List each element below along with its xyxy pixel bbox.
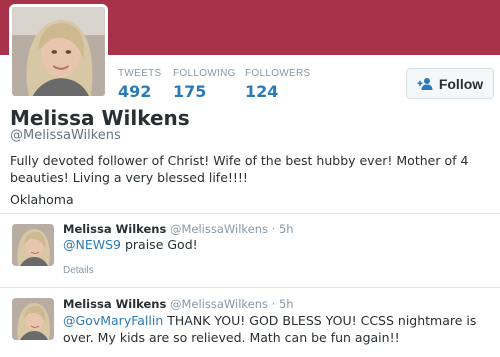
stat-value: 124	[245, 82, 279, 101]
tweet-avatar[interactable]	[12, 298, 54, 340]
tweet-separator: ·	[271, 297, 276, 311]
tweet-mention[interactable]: @GovMaryFallin	[63, 313, 163, 328]
stat-label: FOLLOWING	[173, 68, 236, 79]
tweet-timestamp[interactable]: 5h	[279, 297, 294, 311]
follow-button[interactable]: Follow	[406, 68, 494, 99]
tweet-author-name[interactable]: Melissa Wilkens	[63, 222, 166, 236]
tweet-author-handle[interactable]: @MelissaWilkens	[170, 222, 268, 236]
tweet-author-handle[interactable]: @MelissaWilkens	[170, 297, 268, 311]
profile-bio: Fully devoted follower of Christ! Wife o…	[10, 153, 469, 185]
divider	[0, 287, 500, 288]
stat-followers[interactable]: FOLLOWERS 124	[245, 68, 311, 101]
tweet-timestamp[interactable]: 5h	[279, 222, 294, 236]
profile-handle[interactable]: @MelissaWilkens	[10, 128, 121, 143]
tweet-separator: ·	[271, 222, 276, 236]
add-user-icon	[417, 77, 433, 90]
tweet-text: @NEWS9 praise God!	[63, 236, 495, 253]
tweet-header: Melissa Wilkens @MelissaWilkens · 5h	[63, 297, 294, 311]
profile-photo-icon	[12, 298, 54, 340]
profile-location: Oklahoma	[10, 192, 74, 207]
profile-photo-icon	[12, 224, 54, 266]
tweet-mention[interactable]: @NEWS9	[63, 237, 121, 252]
tweet-body: praise God!	[121, 237, 198, 252]
tweet-author-name[interactable]: Melissa Wilkens	[63, 297, 166, 311]
stat-label: TWEETS	[118, 68, 162, 79]
tweet-details-link[interactable]: Details	[63, 265, 94, 276]
profile-name[interactable]: Melissa Wilkens	[10, 106, 190, 130]
tweet-avatar[interactable]	[12, 224, 54, 266]
profile-avatar[interactable]	[9, 4, 108, 99]
stat-following[interactable]: FOLLOWING 175	[173, 68, 236, 101]
tweet-header: Melissa Wilkens @MelissaWilkens · 5h	[63, 222, 294, 236]
stat-label: FOLLOWERS	[245, 68, 311, 79]
stat-value: 175	[173, 82, 207, 101]
stat-value: 492	[118, 82, 152, 101]
divider	[0, 213, 500, 214]
profile-photo-icon	[12, 7, 105, 96]
stat-tweets[interactable]: TWEETS 492	[118, 68, 161, 101]
tweet-text: @GovMaryFallin THANK YOU! GOD BLESS YOU!…	[63, 312, 495, 346]
follow-button-label: Follow	[438, 75, 484, 92]
